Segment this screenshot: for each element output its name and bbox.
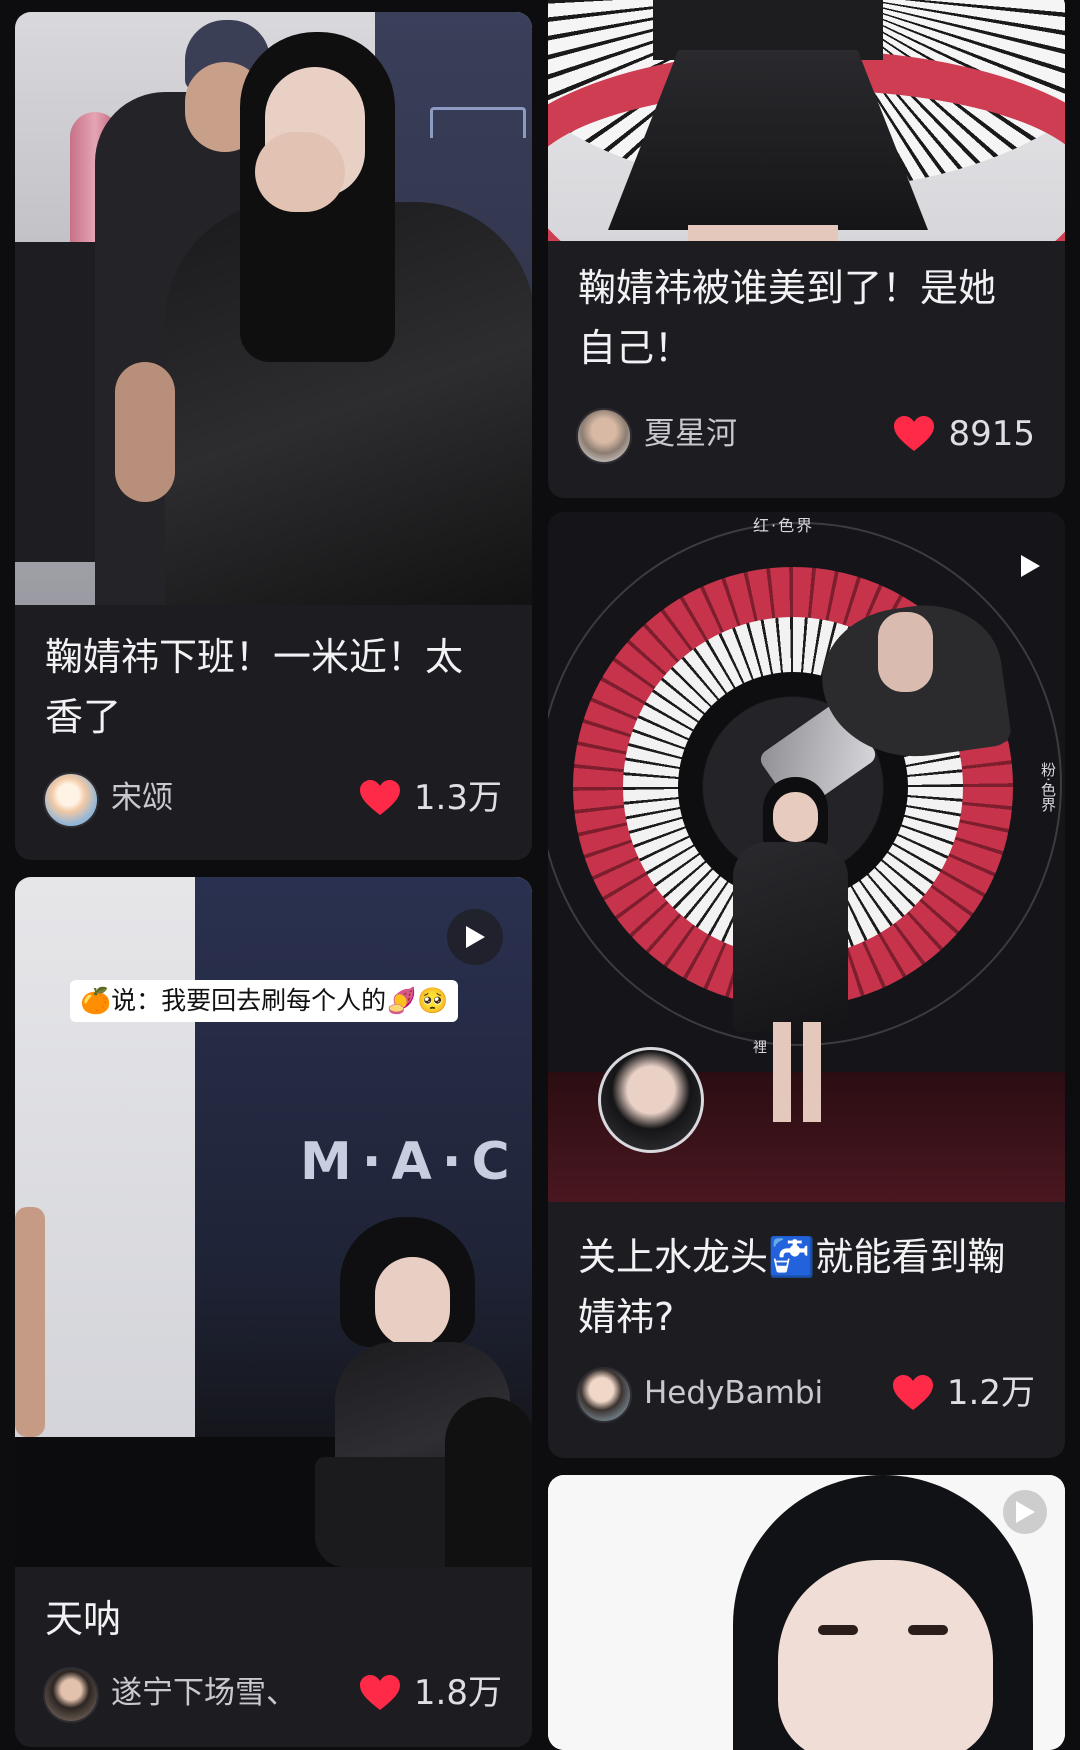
author-name[interactable]: 宋颂 bbox=[111, 776, 173, 820]
like-count: 1.2万 bbox=[946, 1373, 1035, 1413]
like-count: 1.8万 bbox=[413, 1673, 502, 1713]
heart-icon bbox=[359, 1675, 400, 1710]
card-meta: 遂宁下场雪、 1.8万 bbox=[43, 1667, 502, 1723]
play-button[interactable] bbox=[447, 909, 503, 965]
like-button[interactable]: 1.2万 bbox=[892, 1371, 1035, 1415]
play-icon bbox=[1016, 1501, 1035, 1523]
card-title[interactable]: 鞠婧祎下班！一米近！太香了 bbox=[45, 627, 485, 747]
card-title[interactable]: 鞠婧祎被谁美到了！是她自己！ bbox=[578, 258, 1018, 378]
avatar[interactable] bbox=[43, 772, 99, 828]
card-cover-image[interactable]: 红·色界 粉·色界 裡 bbox=[548, 512, 1065, 1202]
feed-card[interactable]: 鞠婧祎下班！一米近！太香了 宋颂 1.3万 bbox=[15, 12, 532, 860]
play-icon bbox=[466, 926, 485, 948]
image-label: 红·色界 bbox=[753, 516, 815, 535]
image-label: 粉·色界 bbox=[1039, 762, 1057, 812]
heart-icon bbox=[892, 1375, 933, 1410]
like-count: 1.3万 bbox=[413, 778, 502, 818]
card-meta: 宋颂 1.3万 bbox=[43, 772, 502, 828]
card-title[interactable]: 关上水龙头🚰就能看到鞠婧祎? bbox=[578, 1227, 1018, 1347]
play-button[interactable] bbox=[1003, 1490, 1047, 1534]
like-button[interactable]: 8915 bbox=[894, 412, 1035, 456]
card-cover-image[interactable] bbox=[548, 0, 1065, 241]
author-name[interactable]: 夏星河 bbox=[644, 412, 737, 456]
heart-icon bbox=[359, 780, 400, 815]
brand-watermark: M·A·C bbox=[300, 1132, 520, 1192]
feed-card[interactable]: 鞠婧祎被谁美到了！是她自己！ 夏星河 8915 bbox=[548, 0, 1065, 498]
card-meta: HedyBambi 1.2万 bbox=[576, 1367, 1035, 1423]
like-button[interactable]: 1.8万 bbox=[359, 1671, 502, 1715]
feed-card[interactable] bbox=[548, 1475, 1065, 1750]
card-cover-image[interactable] bbox=[15, 12, 532, 605]
like-count: 8915 bbox=[948, 414, 1035, 454]
card-meta: 夏星河 8915 bbox=[576, 408, 1035, 464]
feed-card[interactable]: 红·色界 粉·色界 裡 关上水龙头🚰就能看到鞠婧祎? HedyBambi 1.2… bbox=[548, 512, 1065, 1458]
avatar[interactable] bbox=[576, 1367, 632, 1423]
feed-card[interactable]: M·A·C 🍊说：我要回去刷每个人的🍠🥺 天呐 遂宁下场雪、 1.8万 bbox=[15, 877, 532, 1747]
image-label: 裡 bbox=[753, 1040, 767, 1056]
author-name[interactable]: 遂宁下场雪、 bbox=[111, 1671, 297, 1715]
like-button[interactable]: 1.3万 bbox=[359, 776, 502, 820]
play-button[interactable] bbox=[1008, 544, 1052, 588]
author-name[interactable]: HedyBambi bbox=[644, 1371, 823, 1415]
avatar[interactable] bbox=[43, 1667, 99, 1723]
play-icon bbox=[1021, 555, 1040, 577]
card-cover-image[interactable]: M·A·C 🍊说：我要回去刷每个人的🍠🥺 bbox=[15, 877, 532, 1567]
avatar[interactable] bbox=[576, 408, 632, 464]
heart-icon bbox=[894, 416, 935, 451]
card-cover-image[interactable] bbox=[548, 1475, 1065, 1750]
video-caption: 🍊说：我要回去刷每个人的🍠🥺 bbox=[70, 980, 459, 1022]
card-title[interactable]: 天呐 bbox=[45, 1589, 504, 1649]
